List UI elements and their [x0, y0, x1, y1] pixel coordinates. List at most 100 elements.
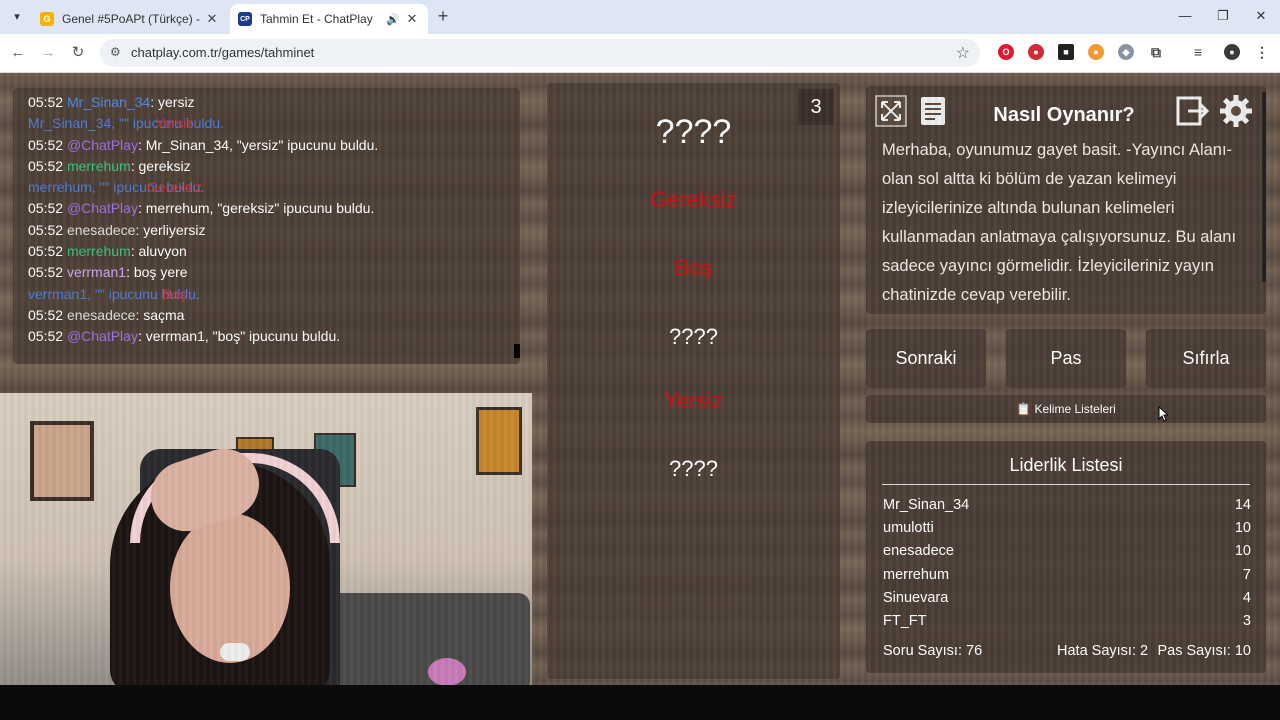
exit-icon[interactable] [1176, 94, 1210, 128]
player-points: 14 [1234, 497, 1251, 513]
word-lists-label: Kelime Listeleri [1034, 402, 1116, 416]
chat-text: merrehum, "gereksiz" ipucunu buldu. [145, 200, 375, 217]
restore-icon[interactable]: ❐ [1204, 0, 1242, 34]
chat-separator: : [130, 157, 139, 174]
media-control-icon[interactable]: ≡ [1190, 44, 1206, 60]
close-tab-icon[interactable]: ✕ [204, 11, 220, 27]
chat-separator: : [137, 328, 146, 345]
chat-username[interactable]: @ChatPlay [67, 328, 138, 344]
chat-message: 05:52 @ChatPlay: verrman1, "boş" ipucunu… [28, 326, 378, 347]
hint-word: Boş [162, 285, 187, 302]
chat-message: 05:52 merrehum: gereksiz [28, 156, 378, 177]
reset-button[interactable]: Sıfırla [1146, 329, 1266, 388]
orange-extension-icon[interactable]: ● [1088, 44, 1104, 60]
found-word: Yersiz [663, 388, 724, 413]
red-extension-icon[interactable]: ● [1028, 44, 1044, 60]
leaderboard-row: FT_FT 3 [883, 613, 1251, 629]
player-name: enesadece [883, 543, 954, 560]
leaderboard-row: umulotti 10 [883, 520, 1251, 536]
fullscreen-icon[interactable] [874, 94, 908, 128]
player-points: 7 [1242, 566, 1251, 583]
chat-hint-line: merrehum, " Gereksiz " ipucunu buldu. [28, 177, 378, 198]
found-word: Gereksiz [650, 187, 737, 212]
chat-username[interactable]: verrman1 [67, 264, 126, 280]
player-points: 3 [1242, 613, 1251, 629]
document-icon[interactable] [916, 94, 950, 128]
close-tab-icon[interactable]: ✕ [404, 11, 420, 27]
site-info-icon[interactable]: ⚙ [110, 45, 121, 59]
chat-time: 05:52 [28, 306, 64, 323]
settings-gear-icon[interactable] [1219, 94, 1253, 128]
chat-message: 05:52 enesadece: saçma [28, 305, 378, 326]
chat-username[interactable]: enesadece [67, 307, 136, 323]
new-tab-plus-icon[interactable]: + [434, 7, 452, 26]
word-lists-button[interactable]: 📋 Kelime Listeleri [866, 395, 1266, 423]
chat-text: yersiz [158, 94, 195, 110]
pass-button[interactable]: Pas [1006, 329, 1126, 388]
chat-username[interactable]: merrehum [67, 158, 131, 174]
chat-time: 05:52 [28, 264, 64, 281]
webcam-feed [0, 393, 532, 693]
chat-separator: : [126, 264, 134, 281]
leaderboard-title: Liderlik Listesi [882, 455, 1250, 485]
chat-username[interactable]: @ChatPlay [67, 200, 138, 216]
chat-username[interactable]: Mr_Sinan_34 [67, 94, 150, 110]
chat-lines: 05:52 Mr_Sinan_34: yersiz Mr_Sinan_34, " Y… [28, 92, 378, 348]
browser-toolbar: ← → ↻ ⚙ chatplay.com.tr/games/tahminet ☆… [0, 34, 1280, 73]
player-points: 10 [1234, 543, 1251, 560]
player-name: FT_FT [883, 613, 927, 629]
tab-title: Genel #5PoAPt (Türkçe) - Gartic [62, 12, 200, 26]
chat-text: saçma [143, 306, 185, 323]
back-arrow-icon[interactable]: ← [8, 43, 28, 63]
leaderboard-row: Mr_Sinan_34 14 [883, 497, 1251, 513]
tab-tahmin-et[interactable]: CP Tahmin Et - ChatPlay 🔊 ✕ [230, 4, 428, 34]
bottom-bar [0, 685, 1280, 720]
chat-text: gereksiz [138, 157, 191, 174]
word-panel: 3 ???? Gereksiz Boş???? Yersiz???? [547, 83, 840, 679]
chat-separator: : [150, 94, 158, 110]
flowers [428, 658, 466, 686]
chat-separator: : [137, 136, 146, 153]
chat-username[interactable]: @ChatPlay [67, 137, 138, 153]
leaderboard-row: enesadece 10 [883, 543, 1251, 559]
chat-hint-line: Mr_Sinan_34, " Yersiz " ipucunu buldu. [28, 113, 378, 134]
clipboard-icon: 📋 [1016, 402, 1032, 416]
dark-extension-icon[interactable]: ■ [1058, 44, 1074, 60]
url-text[interactable]: chatplay.com.tr/games/tahminet [131, 45, 314, 60]
chat-time: 05:52 [28, 328, 64, 345]
next-button[interactable]: Sonraki [866, 329, 986, 388]
chat-text: yerliyersiz [143, 221, 206, 238]
opera-extension-icon[interactable]: O [998, 44, 1014, 60]
chat-username[interactable]: merrehum [67, 243, 131, 259]
chat-message: 05:52 @ChatPlay: Mr_Sinan_34, "yersiz" i… [28, 135, 378, 156]
close-window-icon[interactable]: ✕ [1242, 0, 1280, 34]
chat-text: Mr_Sinan_34, "yersiz" ipucunu buldu. [145, 136, 379, 153]
address-bar[interactable]: ⚙ chatplay.com.tr/games/tahminet ☆ [100, 39, 980, 67]
speaker-icon[interactable]: 🔊 [386, 13, 400, 26]
how-to-play-scrollbar[interactable] [1262, 92, 1266, 282]
profile-avatar-icon[interactable]: ● [1224, 44, 1240, 60]
shield-extension-icon[interactable]: ◆ [1118, 44, 1134, 60]
chat-time: 05:52 [28, 221, 64, 238]
chat-message: 05:52 Mr_Sinan_34: yersiz [28, 92, 378, 113]
found-word: Boş [674, 255, 713, 280]
painting-frame [30, 421, 94, 501]
minimize-icon[interactable]: — [1166, 0, 1204, 34]
tab-search-chevron-icon[interactable]: ▾ [8, 8, 26, 26]
chat-message: 05:52 enesadece: yerliyersiz [28, 220, 378, 241]
reload-icon[interactable]: ↻ [68, 43, 88, 63]
poster-frame [476, 407, 522, 475]
hint-word: Yersiz [155, 115, 194, 132]
bookmark-star-icon[interactable]: ☆ [956, 43, 970, 63]
puzzle-extensions-icon[interactable]: ⧉ [1148, 44, 1164, 60]
leaderboard-row: Sinuevara 4 [883, 590, 1251, 606]
chat-username[interactable]: enesadece [67, 222, 136, 238]
tab-gartic[interactable]: G Genel #5PoAPt (Türkçe) - Gartic ✕ [32, 4, 228, 34]
mouse-cursor-icon [1158, 406, 1168, 422]
menu-dots-icon[interactable]: ⋮ [1254, 44, 1270, 60]
leaderboard-row: merrehum 7 [883, 567, 1251, 583]
forward-arrow-icon[interactable]: → [38, 43, 58, 63]
chat-scrollbar[interactable] [514, 344, 520, 358]
player-name: merrehum [883, 566, 950, 583]
microphone [220, 643, 250, 661]
